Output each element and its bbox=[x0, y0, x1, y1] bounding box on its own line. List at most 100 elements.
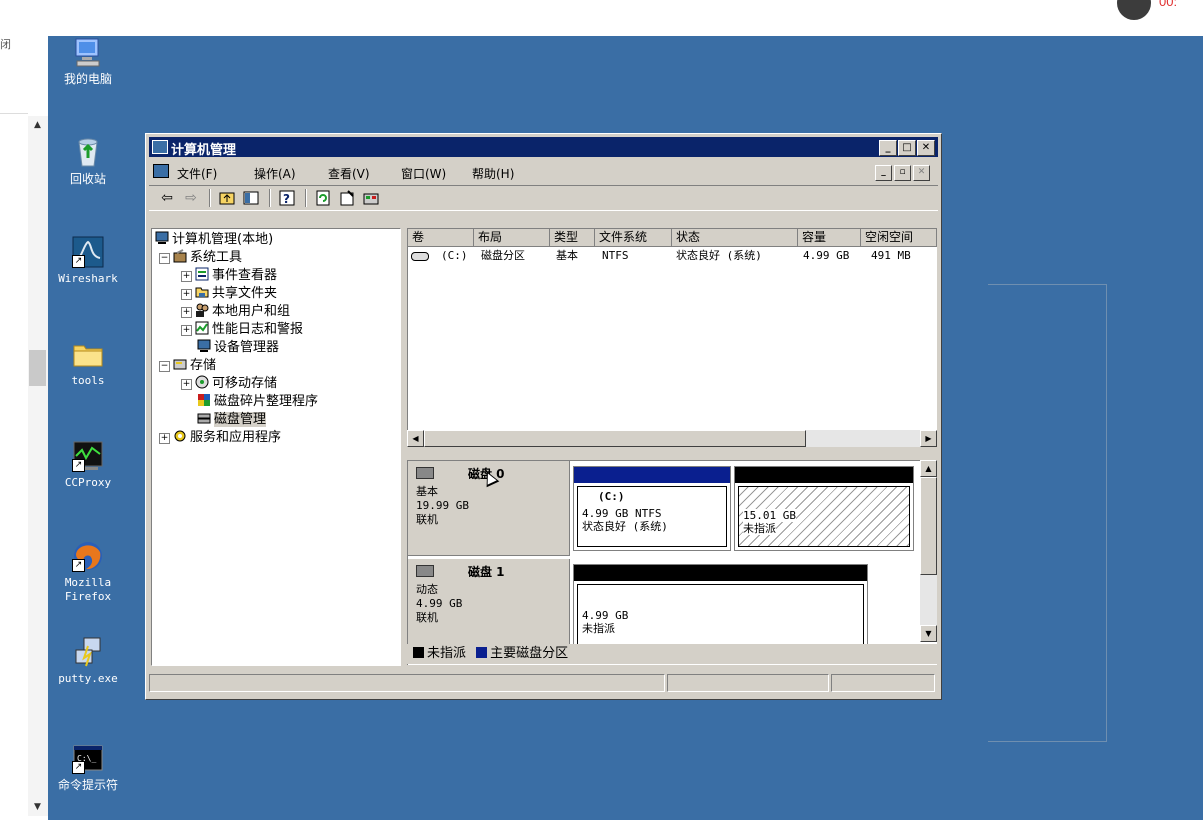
scroll-down-icon[interactable]: ▼ bbox=[920, 625, 937, 642]
maximize-button[interactable]: □ bbox=[898, 140, 916, 156]
menu-window[interactable]: 窗口(W) bbox=[401, 165, 446, 182]
tree-item-defrag[interactable]: 磁盘碎片整理程序 bbox=[197, 393, 318, 411]
child-restore-button[interactable]: ▫ bbox=[894, 165, 911, 181]
tree-item-storage[interactable]: − 存储 bbox=[159, 357, 216, 375]
expand-icon[interactable]: + bbox=[159, 433, 170, 444]
expand-icon[interactable]: + bbox=[181, 379, 192, 390]
column-header-free-space[interactable]: 空闲空间 bbox=[861, 229, 937, 247]
tree-item-removable-storage[interactable]: + 可移动存储 bbox=[181, 375, 277, 393]
expand-icon[interactable]: + bbox=[181, 271, 192, 282]
desktop-icon-cmd[interactable]: C:\_ ↗ 命令提示符 bbox=[44, 742, 132, 792]
disk-mgmt-icon[interactable] bbox=[363, 190, 379, 206]
forward-arrow-icon[interactable]: ⇨ bbox=[183, 190, 199, 206]
vertical-scrollbar[interactable]: ▲ ▼ bbox=[920, 460, 937, 642]
horizontal-scroll-thumb[interactable] bbox=[424, 430, 806, 447]
computer-management-window[interactable]: 计算机管理 _ □ ✕ 文件(F) 操作(A) 查看(V) 窗口(W) 帮助(H… bbox=[145, 133, 942, 700]
shortcut-arrow-icon: ↗ bbox=[72, 761, 85, 774]
tree-item-root[interactable]: 计算机管理(本地) bbox=[155, 231, 273, 249]
column-header-volume[interactable]: 卷 bbox=[408, 229, 474, 247]
desktop-icon-my-computer[interactable]: 我的电脑 bbox=[44, 36, 132, 86]
tree-item-users-groups[interactable]: + 本地用户和组 bbox=[181, 303, 290, 321]
tree-item-performance[interactable]: + 性能日志和警报 bbox=[181, 321, 303, 339]
desktop-icon-label: 我的电脑 bbox=[63, 72, 112, 86]
desktop-icon-label: 命令提示符 bbox=[57, 778, 118, 792]
horizontal-scrollbar[interactable]: ◀ ▶ bbox=[407, 430, 937, 447]
partition-c[interactable]: (C:) 4.99 GB NTFS 状态良好 (系统) bbox=[573, 466, 731, 551]
disk-legend: 未指派 主要磁盘分区 bbox=[407, 644, 937, 664]
window-titlebar[interactable]: 计算机管理 _ □ ✕ bbox=[149, 137, 938, 158]
event-viewer-icon bbox=[195, 267, 209, 281]
collapse-icon[interactable]: − bbox=[159, 253, 170, 264]
minimize-button[interactable]: _ bbox=[879, 140, 897, 156]
menu-file[interactable]: 文件(F) bbox=[177, 165, 217, 182]
desktop-icon-recycle-bin[interactable]: 回收站 bbox=[44, 136, 132, 186]
legend-swatch-unallocated bbox=[413, 647, 424, 658]
tree-item-device-manager[interactable]: 设备管理器 bbox=[197, 339, 279, 357]
expand-icon[interactable]: + bbox=[181, 289, 192, 300]
tree-item-system-tools[interactable]: − 系统工具 bbox=[159, 249, 242, 267]
expand-icon[interactable]: + bbox=[181, 307, 192, 318]
left-panel-divider bbox=[0, 113, 28, 114]
menu-help[interactable]: 帮助(H) bbox=[472, 165, 514, 182]
cell-layout: 磁盘分区 bbox=[481, 249, 525, 262]
help-icon[interactable]: ? bbox=[279, 190, 295, 206]
scroll-up-icon[interactable]: ▲ bbox=[34, 120, 41, 130]
scroll-down-icon[interactable]: ▼ bbox=[34, 802, 41, 812]
partition-unallocated-1[interactable]: 4.99 GB 未指派 bbox=[573, 564, 868, 654]
volume-drive-icon bbox=[411, 252, 429, 261]
disk-map[interactable]: 磁盘 0 基本 19.99 GB 联机 (C:) 4.99 GB NTFS 状态… bbox=[407, 460, 937, 665]
back-arrow-icon[interactable]: ⇦ bbox=[159, 190, 175, 206]
left-panel-text: 闭 bbox=[0, 38, 11, 51]
tree-item-services[interactable]: + 服务和应用程序 bbox=[159, 429, 281, 447]
partition-unallocated-0[interactable]: 15.01 GB 未指派 bbox=[734, 466, 914, 551]
column-header-capacity[interactable]: 容量 bbox=[798, 229, 861, 247]
desktop-icon-ccproxy[interactable]: ↗ CCProxy bbox=[44, 440, 132, 490]
scroll-left-icon[interactable]: ◀ bbox=[407, 430, 424, 447]
menu-view[interactable]: 查看(V) bbox=[328, 165, 370, 182]
tree-item-disk-management[interactable]: 磁盘管理 bbox=[197, 411, 267, 429]
up-folder-icon[interactable] bbox=[219, 190, 235, 206]
toolbar: ⇦ ⇨ ? bbox=[149, 185, 938, 211]
firefox-icon: ↗ bbox=[72, 540, 104, 572]
properties-icon[interactable] bbox=[339, 190, 355, 206]
scroll-up-icon[interactable]: ▲ bbox=[920, 460, 937, 477]
close-button[interactable]: ✕ bbox=[917, 140, 935, 156]
desktop-icon-putty[interactable]: putty.exe bbox=[44, 636, 132, 686]
child-minimize-button[interactable]: _ bbox=[875, 165, 892, 181]
desktop-icon-label: CCProxy bbox=[64, 476, 112, 489]
expand-icon[interactable]: + bbox=[181, 325, 192, 336]
partition-details: (C:) 4.99 GB NTFS 状态良好 (系统) bbox=[577, 486, 727, 547]
column-header-status[interactable]: 状态 bbox=[672, 229, 798, 247]
users-icon bbox=[195, 303, 209, 317]
tree-item-shared-folders[interactable]: + 共享文件夹 bbox=[181, 285, 277, 303]
mdi-child-icon[interactable] bbox=[153, 164, 169, 178]
tree-item-event-viewer[interactable]: + 事件查看器 bbox=[181, 267, 277, 285]
volume-list[interactable]: 卷 布局 类型 文件系统 状态 容量 空闲空间 (C:) 磁盘分区 基本 NTF… bbox=[407, 228, 937, 443]
status-cell bbox=[831, 674, 935, 692]
desktop-icon-firefox[interactable]: ↗ Mozilla Firefox bbox=[44, 540, 132, 604]
vertical-scroll-thumb[interactable] bbox=[920, 477, 937, 575]
desktop-icon-label: Wireshark bbox=[58, 272, 118, 285]
desktop-icon-label: putty.exe bbox=[58, 672, 118, 685]
column-header-type[interactable]: 类型 bbox=[550, 229, 595, 247]
column-header-layout[interactable]: 布局 bbox=[474, 229, 550, 247]
column-header-filesystem[interactable]: 文件系统 bbox=[595, 229, 672, 247]
cell-filesystem: NTFS bbox=[602, 249, 629, 262]
scroll-right-icon[interactable]: ▶ bbox=[920, 430, 937, 447]
status-bar bbox=[149, 672, 938, 694]
refresh-icon[interactable] bbox=[315, 190, 331, 206]
table-row[interactable]: (C:) 磁盘分区 基本 NTFS 状态良好 (系统) 4.99 GB 491 … bbox=[408, 248, 937, 264]
child-close-button[interactable]: ✕ bbox=[913, 165, 930, 181]
toolbar-separator bbox=[269, 189, 271, 207]
show-tree-icon[interactable] bbox=[243, 190, 259, 206]
disk-size: 4.99 GB bbox=[416, 597, 463, 610]
tools-icon bbox=[173, 249, 187, 263]
desktop-icon-wireshark[interactable]: ↗ Wireshark bbox=[44, 236, 132, 286]
tree-pane[interactable]: 计算机管理(本地) − 系统工具 + 事件查看器 + 共享文件夹 + 本地用户和组 + 性… bbox=[151, 228, 401, 666]
partition-status: 未指派 bbox=[743, 522, 776, 535]
desktop-icon-tools[interactable]: tools bbox=[44, 338, 132, 388]
menu-action[interactable]: 操作(A) bbox=[254, 165, 296, 182]
shortcut-arrow-icon: ↗ bbox=[72, 459, 85, 472]
collapse-icon[interactable]: − bbox=[159, 361, 170, 372]
folder-icon bbox=[72, 338, 104, 370]
